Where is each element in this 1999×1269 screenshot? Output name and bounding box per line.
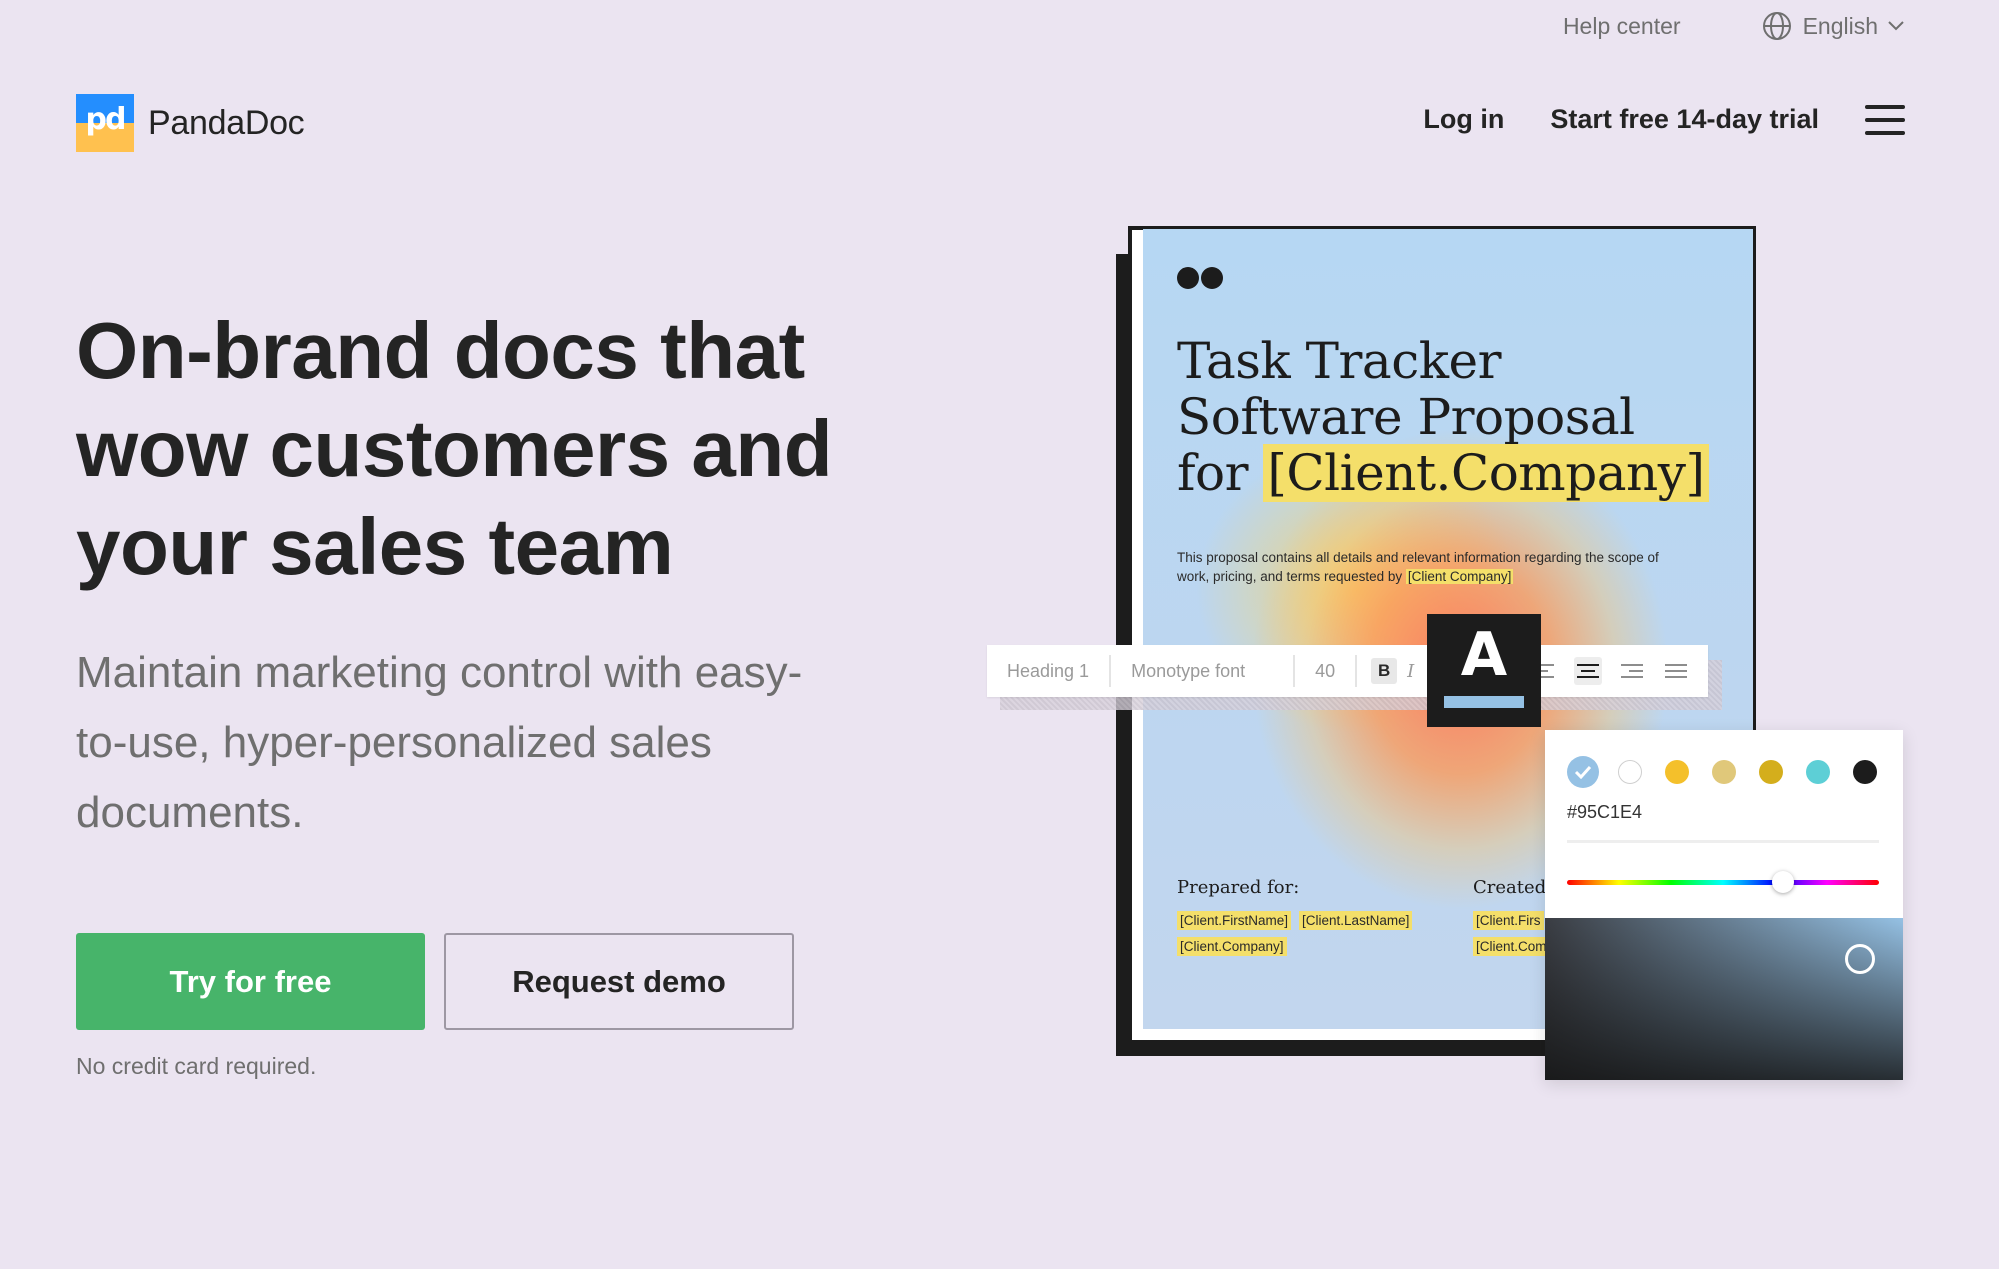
hue-slider[interactable] [1567,871,1879,893]
swatch-black[interactable] [1853,760,1877,784]
hex-value[interactable]: #95C1E4 [1567,802,1642,823]
current-color-bar [1444,696,1524,708]
align-center-icon[interactable] [1574,657,1602,685]
prepared-for-label: Prepared for: [1177,877,1300,898]
font-size-input[interactable]: 40 [1295,655,1358,687]
italic-button[interactable]: I [1407,661,1414,682]
brand-name: PandaDoc [148,103,305,142]
variable-tag: [Client.FirstName] [1177,911,1292,930]
logo-mark-icon: pd [76,94,134,152]
text-color-button[interactable]: A [1427,614,1541,727]
variable-tag: [Client.Com [1473,937,1550,956]
document-logo-icon: ✖ [1177,265,1223,291]
swatch-tan[interactable] [1712,760,1736,784]
request-demo-button[interactable]: Request demo [444,933,794,1030]
brand-logo[interactable]: pd PandaDoc [76,94,305,152]
language-selector[interactable]: English [1761,10,1904,42]
variable-tag: [Client.LastName] [1299,911,1413,930]
client-company-variable: [Client.Company] [1263,444,1709,502]
prepared-for-tags: [Client.FirstName] [Client.LastName] [Cl… [1177,911,1437,956]
start-trial-link[interactable]: Start free 14-day trial [1550,104,1819,135]
color-swatches [1567,756,1881,788]
help-center-link[interactable]: Help center [1563,13,1681,40]
style-select[interactable]: Heading 1 [987,655,1112,687]
globe-icon [1762,12,1791,40]
font-color-letter: A [1460,620,1508,690]
hex-underline [1567,840,1879,843]
variable-tag: [Client.Company] [1177,937,1287,956]
hue-slider-thumb[interactable] [1772,871,1794,893]
login-link[interactable]: Log in [1423,104,1504,135]
alignment-group [1530,657,1690,685]
hero-subtitle: Maintain marketing control with easy-to-… [76,648,803,837]
menu-icon[interactable] [1865,104,1905,135]
variable-tag: [Client.Firs [1473,911,1544,930]
swatch-gold[interactable] [1759,760,1783,784]
document-description: This proposal contains all details and r… [1177,550,1659,584]
swatch-yellow[interactable] [1665,760,1689,784]
text-format-toolbar: Heading 1 Monotype font 40 B I [987,645,1708,697]
hero-title: On-brand docs that wow customers and you… [76,306,833,591]
main-nav: Log in Start free 14-day trial [1423,104,1905,135]
no-credit-card-note: No credit card required. [76,1053,317,1079]
bold-button[interactable]: B [1371,658,1398,684]
swatch-cyan[interactable] [1806,760,1830,784]
color-picker-panel: #95C1E4 [1545,730,1903,1080]
check-icon [1574,765,1592,779]
saturation-area-shade [1545,918,1903,1080]
try-free-button[interactable]: Try for free [76,933,425,1030]
chevron-down-icon [1888,21,1904,31]
font-select[interactable]: Monotype font [1111,655,1296,687]
align-justify-icon[interactable] [1662,657,1690,685]
swatch-white[interactable] [1618,760,1642,784]
saturation-thumb[interactable] [1845,944,1875,974]
utility-bar: Help center English [1563,10,1904,42]
align-right-icon[interactable] [1618,657,1646,685]
swatch-selected[interactable] [1567,756,1599,788]
document-title: Task Tracker Software Proposal for [Clie… [1177,333,1737,502]
language-label: English [1802,12,1878,39]
